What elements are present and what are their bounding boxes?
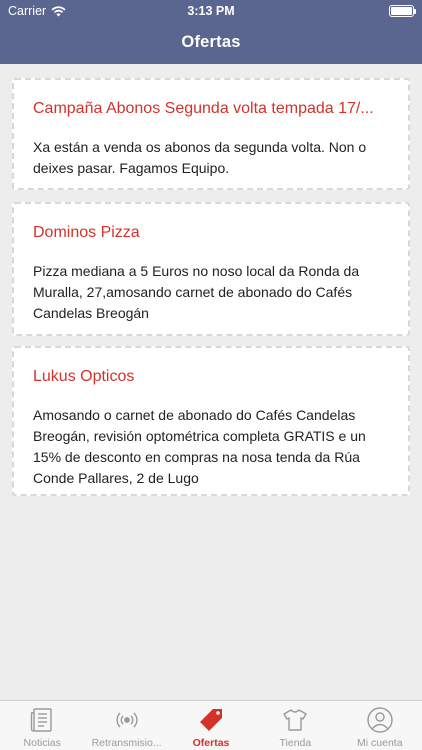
user-icon xyxy=(367,707,393,733)
tab-mi-cuenta[interactable]: Mi cuenta xyxy=(338,701,422,750)
tab-ofertas[interactable]: Ofertas xyxy=(169,701,253,750)
tab-bar: Noticias Retransmisio... Ofertas Tienda … xyxy=(0,700,422,750)
page-title: Ofertas xyxy=(181,33,241,51)
tag-icon xyxy=(199,709,222,731)
status-bar: Carrier 3:13 PM xyxy=(0,0,422,22)
tab-noticias[interactable]: Noticias xyxy=(0,701,84,750)
battery-icon xyxy=(389,5,416,17)
status-time: 3:13 PM xyxy=(187,4,235,18)
offer-card[interactable]: Dominos Pizza Pizza mediana a 5 Euros no… xyxy=(12,202,410,336)
offer-title: Campaña Abonos Segunda volta tempada 17/… xyxy=(33,100,374,117)
tab-label: Retransmisio... xyxy=(91,737,162,749)
offer-title: Lukus Opticos xyxy=(33,368,135,385)
tab-label: Ofertas xyxy=(192,737,230,749)
tab-label: Noticias xyxy=(23,737,61,749)
offer-title: Dominos Pizza xyxy=(33,224,140,241)
tab-label: Mi cuenta xyxy=(357,737,403,749)
newspaper-icon xyxy=(30,708,52,732)
offer-description: Amosando o carnet de abonado do Cafés Ca… xyxy=(33,407,366,486)
battery-fill xyxy=(391,7,412,15)
tshirt-icon xyxy=(283,709,308,731)
offer-description: Pizza mediana a 5 Euros no noso local da… xyxy=(33,263,360,321)
tab-retransmisiones[interactable]: Retransmisio... xyxy=(84,701,168,750)
broadcast-icon xyxy=(116,712,138,728)
offer-card[interactable]: Lukus Opticos Amosando o carnet de abona… xyxy=(12,346,410,496)
navigation-header: Carrier 3:13 PM Ofertas xyxy=(0,0,422,64)
offer-card[interactable]: Campaña Abonos Segunda volta tempada 17/… xyxy=(12,78,410,190)
tab-label: Tienda xyxy=(279,737,312,749)
offers-list: Campaña Abonos Segunda volta tempada 17/… xyxy=(0,64,422,700)
tab-tienda[interactable]: Tienda xyxy=(253,701,337,750)
offer-description: Xa están a venda os abonos da segunda vo… xyxy=(33,139,367,176)
